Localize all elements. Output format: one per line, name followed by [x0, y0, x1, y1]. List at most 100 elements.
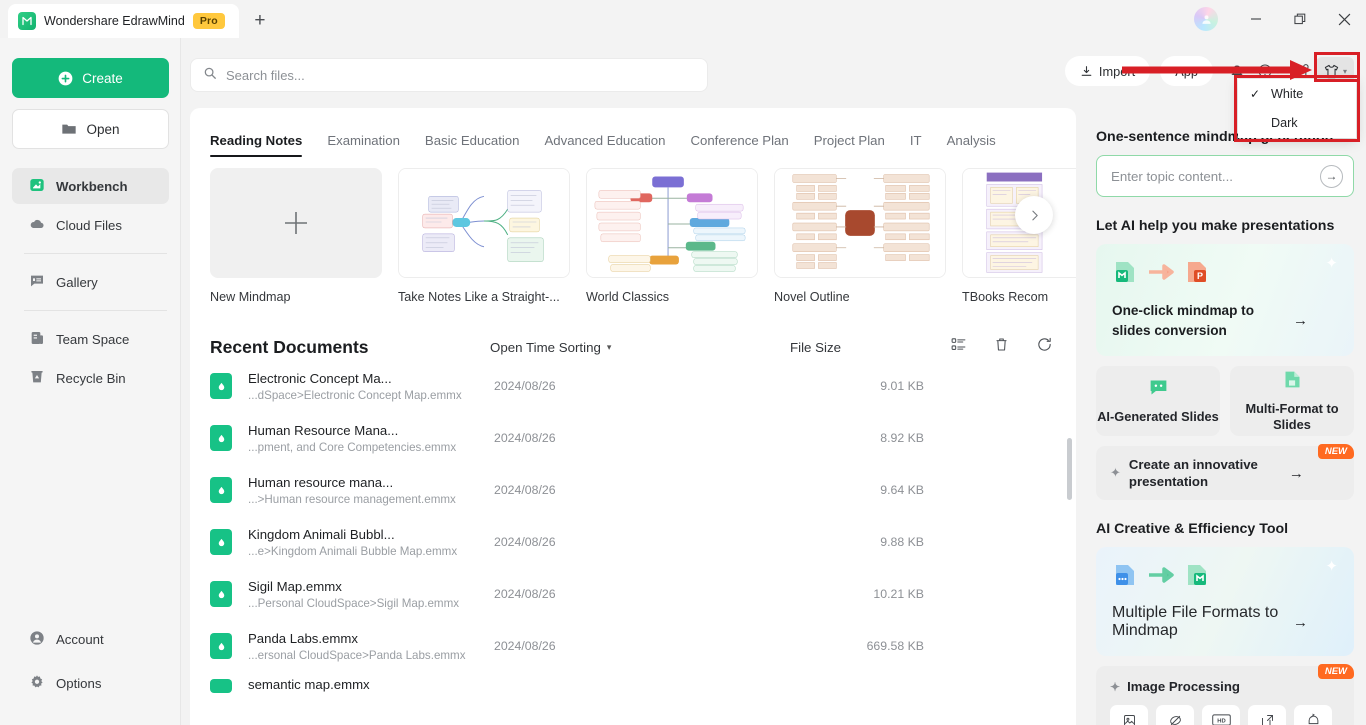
arrow-right-icon[interactable]: → — [1293, 312, 1308, 329]
table-row[interactable]: Electronic Concept Ma... ...dSpace>Elect… — [210, 360, 1076, 412]
template-card[interactable]: Take Notes Like a Straight-... — [398, 168, 570, 304]
document-date: 2024/08/26 — [494, 431, 556, 445]
app-button[interactable]: App — [1160, 56, 1213, 86]
sidebar-item-workbench[interactable]: Workbench — [12, 168, 169, 204]
document-name: Human Resource Mana... — [248, 422, 399, 438]
tab-basic-education[interactable]: Basic Education — [425, 133, 537, 157]
open-button[interactable]: Open — [12, 109, 169, 149]
arrow-right-icon — [1147, 263, 1177, 286]
image-erase-icon[interactable] — [1156, 705, 1194, 725]
emmx-file-icon — [210, 679, 232, 693]
topic-input[interactable] — [1111, 168, 1301, 184]
tab-conference-plan[interactable]: Conference Plan — [690, 133, 805, 157]
arrow-right-circle-icon[interactable]: → — [1320, 164, 1343, 188]
mini-card-label: AI-Generated Slides — [1097, 409, 1219, 425]
import-button[interactable]: Import — [1064, 56, 1151, 86]
template-thumbnail — [586, 168, 758, 278]
theme-option-white[interactable]: ✓ White — [1238, 79, 1356, 108]
document-size: 9.01 KB — [880, 379, 924, 393]
sidebar-item-account[interactable]: Account — [12, 621, 169, 657]
documents-scrollbar[interactable] — [1067, 438, 1072, 500]
ai-presentation-title: Let AI help you make presentations — [1096, 218, 1335, 234]
template-caption: TBooks Recom — [962, 290, 1049, 304]
table-row[interactable]: Human resource mana... ...>Human resourc… — [210, 464, 1076, 516]
sidebar-divider — [24, 310, 167, 311]
tab-it[interactable]: IT — [910, 133, 939, 157]
search-bar[interactable] — [190, 58, 708, 92]
chevron-down-icon: ▾ — [1342, 66, 1347, 76]
sidebar-item-label: Team Space — [56, 331, 130, 347]
sidebar-item-team-space[interactable]: Team Space — [12, 321, 169, 357]
template-card[interactable]: World Classics — [586, 168, 758, 304]
ai-slides-icon — [1148, 377, 1169, 402]
mini-card-label: Multi-Format to Slides — [1245, 401, 1339, 433]
template-caption: New Mindmap — [210, 290, 291, 304]
filesize-column-header: File Size — [790, 339, 841, 355]
image-processing-title-row: ✦ Image Processing — [1110, 679, 1342, 694]
document-date: 2024/08/26 — [494, 379, 556, 393]
tab-project-plan[interactable]: Project Plan — [814, 133, 902, 157]
powerpoint-file-icon: P — [1184, 258, 1212, 291]
innovative-presentation-card[interactable]: NEW ✦ Create an innovative presentation … — [1096, 444, 1354, 501]
multi-format-to-mindmap-card[interactable]: ✦ Multiple File Formats to Mindmap → — [1096, 547, 1354, 657]
avatar[interactable] — [1194, 7, 1218, 31]
sidebar-item-recycle-bin[interactable]: Recycle Bin — [12, 360, 169, 396]
app-tab-label: Wondershare EdrawMind — [44, 14, 185, 28]
edrawmind-logo-icon — [18, 12, 36, 30]
tab-advanced-education[interactable]: Advanced Education — [544, 133, 682, 157]
sidebar-item-label: Workbench — [56, 178, 128, 194]
new-tab-button[interactable]: + — [245, 6, 275, 36]
multi-format-to-slides-card[interactable]: Multi-Format to Slides — [1230, 366, 1354, 437]
next-templates-button[interactable] — [1015, 196, 1053, 234]
image-enhance-icon[interactable] — [1294, 705, 1332, 725]
sidebar-item-options[interactable]: Options — [12, 665, 169, 701]
window-controls — [1194, 0, 1366, 38]
minimize-button[interactable] — [1234, 0, 1278, 38]
table-row[interactable]: Sigil Map.emmx ...Personal CloudSpace>Si… — [210, 568, 1076, 620]
document-date: 2024/08/26 — [494, 483, 556, 497]
emmx-file-icon — [210, 633, 232, 659]
image-expand-icon[interactable] — [1248, 705, 1286, 725]
image-hd-icon[interactable]: HD — [1202, 705, 1240, 725]
one-click-mindmap-card[interactable]: ✦ P One-click mindmap to slides conversi… — [1096, 244, 1354, 357]
table-row[interactable]: Human Resource Mana... ...pment, and Cor… — [210, 412, 1076, 464]
chevron-down-icon: ▾ — [606, 341, 612, 352]
topic-input-wrap[interactable]: → — [1096, 155, 1354, 197]
trash-icon[interactable] — [993, 336, 1010, 358]
chevron-down-icon: ▾ — [1275, 66, 1280, 76]
sidebar-item-cloud-files[interactable]: Cloud Files — [12, 207, 169, 243]
sort-selector[interactable]: Open Time Sorting ▾ — [490, 340, 790, 355]
table-row[interactable]: semantic map.emmx — [210, 672, 1076, 700]
table-row[interactable]: Panda Labs.emmx ...ersonal CloudSpace>Pa… — [210, 620, 1076, 672]
tab-examination[interactable]: Examination — [327, 133, 417, 157]
document-title-cell: Sigil Map.emmx ...Personal CloudSpace>Si… — [248, 579, 494, 610]
search-input[interactable] — [226, 67, 666, 83]
arrow-right-icon[interactable]: → — [1293, 614, 1308, 631]
create-button[interactable]: Create — [12, 58, 169, 98]
document-size: 8.92 KB — [880, 431, 924, 445]
template-card[interactable]: TBooks Recom — [962, 168, 1076, 304]
image-processing-card[interactable]: NEW ✦ Image Processing HD — [1096, 664, 1354, 725]
tab-reading-notes[interactable]: Reading Notes — [210, 133, 319, 157]
app-tab[interactable]: Wondershare EdrawMind Pro — [8, 4, 239, 38]
table-row[interactable]: Kingdom Animali Bubbl... ...e>Kingdom An… — [210, 516, 1076, 568]
document-date: 2024/08/26 — [494, 587, 556, 601]
new-mindmap-tile[interactable] — [210, 168, 382, 278]
list-view-icon[interactable] — [950, 336, 967, 358]
emmx-file-icon — [210, 581, 232, 607]
sidebar-item-gallery[interactable]: Gallery — [12, 264, 169, 300]
arrow-right-icon[interactable]: → — [1289, 465, 1304, 482]
maximize-button[interactable] — [1278, 0, 1322, 38]
close-button[interactable] — [1322, 0, 1366, 38]
template-card[interactable]: New Mindmap — [210, 168, 382, 304]
ai-generated-slides-card[interactable]: AI-Generated Slides — [1096, 366, 1220, 437]
image-crop-icon[interactable] — [1110, 705, 1148, 725]
tab-analysis[interactable]: Analysis — [947, 133, 1013, 157]
theme-option-dark[interactable]: Dark — [1238, 108, 1356, 137]
document-date: 2024/08/26 — [494, 639, 556, 653]
template-card[interactable]: Novel Outline — [774, 168, 946, 304]
document-name: semantic map.emmx — [248, 677, 370, 692]
plus-circle-icon — [58, 71, 73, 85]
refresh-icon[interactable] — [1036, 336, 1053, 358]
svg-text:P: P — [1197, 271, 1203, 281]
